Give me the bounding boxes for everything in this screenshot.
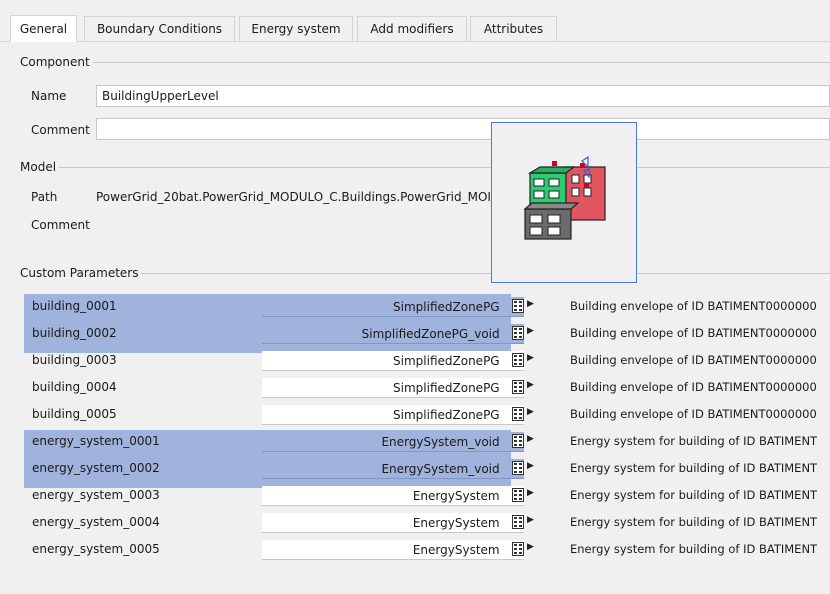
parameter-row[interactable]: building_0002 SimplifiedZonePG_void⌄▶ Buil… (24, 322, 830, 346)
tab-boundary-conditions[interactable]: Boundary Conditions (84, 16, 235, 41)
parameter-row[interactable]: energy_system_0005 EnergySystem⌄▶ Energy s… (24, 538, 830, 562)
parameter-dialog-icon[interactable] (512, 326, 524, 340)
tab-add-modifiers[interactable]: Add modifiers (357, 16, 467, 41)
triangle-right-icon[interactable]: ▶ (527, 488, 534, 498)
parameter-value-select[interactable]: EnergySystem_void⌄ (262, 459, 524, 479)
model-comment-label: Comment (31, 218, 90, 232)
parameter-value-select[interactable]: EnergySystem⌄ (262, 486, 524, 506)
parameter-name: energy_system_0003 (32, 488, 160, 502)
parameter-value: SimplifiedZonePG (393, 353, 500, 368)
parameter-dialog-icon[interactable] (512, 515, 524, 529)
model-header-label: Model (20, 160, 57, 174)
custom-parameters-header: Custom Parameters (20, 266, 830, 280)
parameter-dialog-icon[interactable] (512, 434, 524, 448)
parameter-value-select[interactable]: EnergySystem⌄ (262, 513, 524, 533)
parameter-value-select[interactable]: SimplifiedZonePG_void⌄ (262, 324, 524, 344)
custom-parameters-divider (141, 272, 830, 274)
triangle-right-icon[interactable]: ▶ (527, 515, 534, 525)
building-model-icon (523, 155, 606, 240)
parameter-name: energy_system_0004 (32, 515, 160, 529)
model-group-header: Model (20, 160, 830, 174)
parameter-name: building_0005 (32, 407, 117, 421)
parameter-row[interactable]: building_0005 SimplifiedZonePG⌄▶ Building … (24, 403, 830, 427)
tab-attributes[interactable]: Attributes (470, 16, 557, 41)
parameter-value: SimplifiedZonePG_void (361, 326, 500, 341)
parameter-row[interactable]: building_0003 SimplifiedZonePG⌄▶ Building … (24, 349, 830, 373)
parameter-value-select[interactable]: EnergySystem_void⌄ (262, 432, 524, 452)
triangle-right-icon[interactable]: ▶ (527, 407, 534, 417)
parameter-name: building_0001 (32, 299, 117, 313)
parameter-value: EnergySystem_void (381, 461, 500, 476)
parameter-description: Building envelope of ID BATIMENT0000000 (570, 326, 817, 340)
parameter-value: EnergySystem (412, 515, 500, 530)
parameter-row[interactable]: energy_system_0001 EnergySystem_void⌄▶ Ene… (24, 430, 830, 454)
parameter-description: Building envelope of ID BATIMENT0000000 (570, 299, 817, 313)
parameter-value: SimplifiedZonePG (393, 299, 500, 314)
parameter-value: EnergySystem_void (381, 434, 500, 449)
parameter-value: EnergySystem (412, 542, 500, 557)
tab-general[interactable]: General (10, 15, 77, 42)
triangle-right-icon[interactable]: ▶ (527, 434, 534, 444)
triangle-right-icon[interactable]: ▶ (527, 326, 534, 336)
triangle-right-icon[interactable]: ▶ (527, 461, 534, 471)
parameter-description: Energy system for building of ID BATIMEN… (570, 488, 818, 502)
parameter-description: Energy system for building of ID BATIMEN… (570, 515, 818, 529)
parameter-dialog-icon[interactable] (512, 461, 524, 475)
parameter-row[interactable]: energy_system_0004 EnergySystem⌄▶ Energy s… (24, 511, 830, 535)
parameter-description: Building envelope of ID BATIMENT0000000 (570, 353, 817, 367)
parameter-row[interactable]: energy_system_0003 EnergySystem⌄▶ Energy s… (24, 484, 830, 508)
path-label: Path (31, 190, 58, 204)
name-field[interactable]: BuildingUpperLevel (96, 85, 830, 107)
custom-parameters-label: Custom Parameters (20, 266, 139, 280)
parameter-value-select[interactable]: SimplifiedZonePG⌄ (262, 297, 524, 317)
parameter-dialog-icon[interactable] (512, 542, 524, 556)
parameter-dialog-icon[interactable] (512, 299, 524, 313)
parameter-description: Energy system for building of ID BATIMEN… (570, 434, 818, 448)
name-label: Name (31, 89, 67, 103)
parameter-name: energy_system_0005 (32, 542, 160, 556)
parameter-name: energy_system_0002 (32, 461, 160, 475)
model-header-divider (59, 166, 830, 168)
parameter-description: Building envelope of ID BATIMENT0000000 (570, 407, 817, 421)
tab-energy-system[interactable]: Energy system (239, 16, 353, 41)
triangle-right-icon[interactable]: ▶ (527, 542, 534, 552)
parameter-name: building_0002 (32, 326, 117, 340)
component-header-label: Component (20, 55, 90, 69)
parameter-description: Energy system for building of ID BATIMEN… (570, 461, 818, 475)
model-icon-preview (491, 122, 637, 283)
path-value: PowerGrid_20bat.PowerGrid_MODULO_C.Build… (96, 190, 491, 204)
triangle-right-icon[interactable]: ▶ (527, 380, 534, 390)
parameter-value: SimplifiedZonePG (393, 407, 500, 422)
tab-bar: General Boundary Conditions Energy syste… (0, 0, 830, 44)
parameter-name: energy_system_0001 (32, 434, 160, 448)
parameter-description: Building envelope of ID BATIMENT0000000 (570, 380, 817, 394)
parameter-description: Energy system for building of ID BATIMEN… (570, 542, 818, 556)
component-header-divider (92, 61, 830, 63)
component-group-header: Component (20, 55, 830, 69)
parameter-dialog-icon[interactable] (512, 380, 524, 394)
parameter-row[interactable]: building_0004 SimplifiedZonePG⌄▶ Building … (24, 376, 830, 400)
parameter-row[interactable]: building_0001 SimplifiedZonePG⌄▶ Building … (24, 295, 830, 319)
name-field-value: BuildingUpperLevel (102, 89, 219, 103)
tab-bar-divider (0, 41, 830, 42)
parameter-dialog-icon[interactable] (512, 407, 524, 421)
triangle-right-icon[interactable]: ▶ (527, 353, 534, 363)
parameter-dialog-icon[interactable] (512, 488, 524, 502)
parameter-dialog-icon[interactable] (512, 353, 524, 367)
parameter-name: building_0003 (32, 353, 117, 367)
parameter-value: SimplifiedZonePG (393, 380, 500, 395)
parameter-value-select[interactable]: SimplifiedZonePG⌄ (262, 351, 524, 371)
parameter-value-select[interactable]: SimplifiedZonePG⌄ (262, 405, 524, 425)
triangle-right-icon[interactable]: ▶ (527, 299, 534, 309)
parameter-value-select[interactable]: SimplifiedZonePG⌄ (262, 378, 524, 398)
parameter-value: EnergySystem (412, 488, 500, 503)
comment-field[interactable] (96, 118, 830, 140)
parameter-row[interactable]: energy_system_0002 EnergySystem_void⌄▶ Ene… (24, 457, 830, 481)
comment-label: Comment (31, 123, 90, 137)
parameter-value-select[interactable]: EnergySystem⌄ (262, 540, 524, 560)
parameter-name: building_0004 (32, 380, 117, 394)
